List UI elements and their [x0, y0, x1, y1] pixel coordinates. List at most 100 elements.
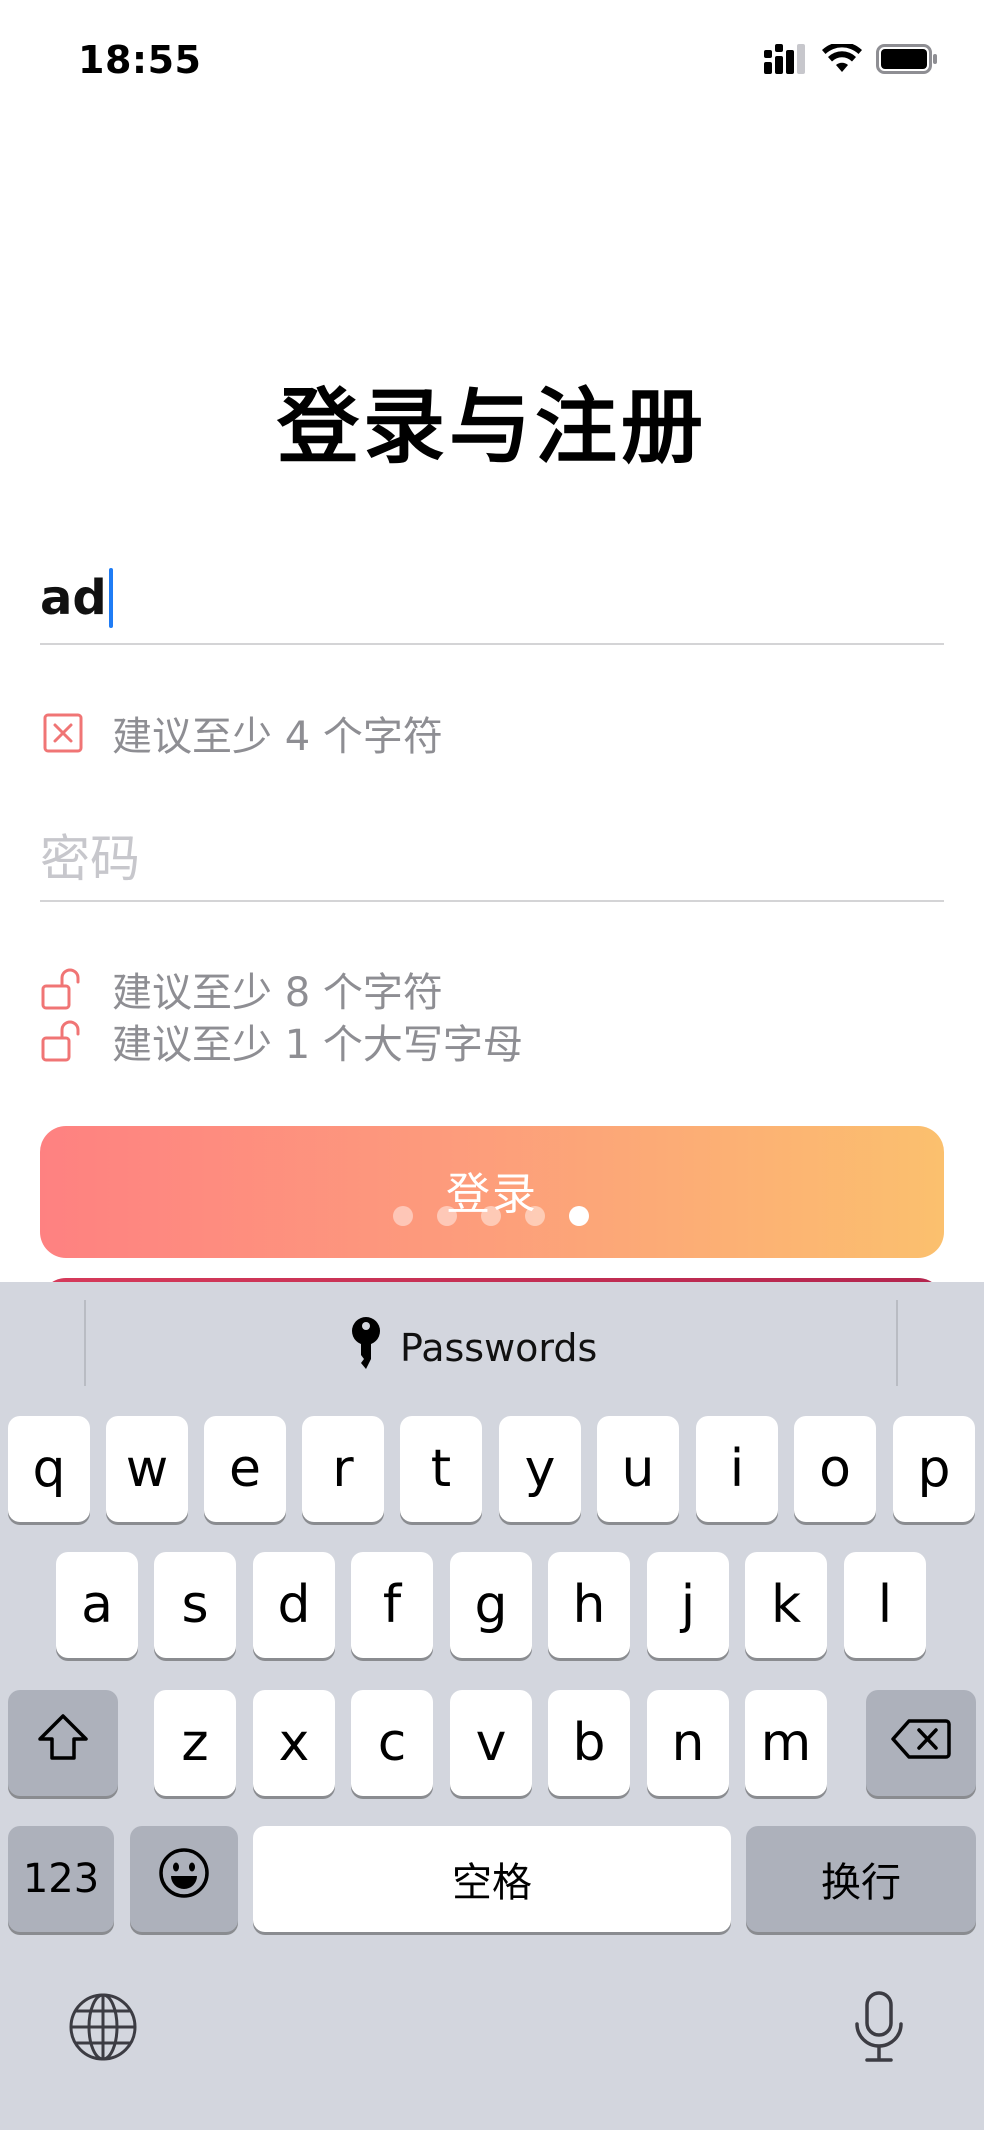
key-label: d: [277, 1575, 311, 1635]
key-label: j: [680, 1575, 696, 1635]
login-button[interactable]: 登录: [40, 1126, 944, 1258]
key-label: y: [524, 1439, 556, 1499]
key-label: b: [572, 1713, 606, 1773]
key-b[interactable]: b: [548, 1690, 630, 1796]
key-label: l: [877, 1575, 893, 1635]
key-label: p: [917, 1439, 951, 1499]
shift-icon: [36, 1712, 90, 1775]
key-k[interactable]: k: [745, 1552, 827, 1658]
key-x[interactable]: x: [253, 1690, 335, 1796]
emoji-icon: [158, 1847, 210, 1912]
key-label: f: [382, 1575, 402, 1635]
battery-icon: [876, 44, 938, 78]
emoji-key[interactable]: [130, 1826, 238, 1932]
page-dot: [437, 1206, 457, 1226]
key-i[interactable]: i: [696, 1416, 778, 1522]
key-label: n: [671, 1713, 705, 1773]
status-time: 18:55: [78, 38, 202, 82]
key-o[interactable]: o: [794, 1416, 876, 1522]
username-field[interactable]: ad: [40, 555, 944, 645]
text-caret: [108, 568, 113, 628]
key-u[interactable]: u: [597, 1416, 679, 1522]
unlock-icon: [40, 1018, 86, 1064]
key-n[interactable]: n: [647, 1690, 729, 1796]
page-dot-active: [569, 1206, 589, 1226]
key-label: q: [32, 1439, 66, 1499]
key-a[interactable]: a: [56, 1552, 138, 1658]
microphone-icon[interactable]: [852, 1990, 906, 2068]
passwords-autofill-button[interactable]: Passwords: [348, 1316, 597, 1380]
key-label: x: [278, 1713, 310, 1773]
page-dot: [393, 1206, 413, 1226]
key-label: e: [229, 1439, 261, 1499]
status-bar: 18:55: [0, 0, 984, 130]
key-l[interactable]: l: [844, 1552, 926, 1658]
backspace-icon: [891, 1713, 951, 1773]
space-key[interactable]: 空格: [253, 1826, 731, 1932]
key-label: z: [181, 1713, 209, 1773]
key-label: o: [819, 1439, 851, 1499]
password-field[interactable]: 密码: [40, 812, 944, 902]
key-z[interactable]: z: [154, 1690, 236, 1796]
invalid-x-icon: [40, 710, 86, 756]
password-hint-length-text: 建议至少 8 个字符: [112, 970, 443, 1016]
key-label: h: [572, 1575, 606, 1635]
return-key[interactable]: 换行: [746, 1826, 976, 1932]
unlock-icon: [40, 966, 86, 1012]
key-label: s: [181, 1575, 209, 1635]
password-hint-uppercase: 建议至少 1 个大写字母: [40, 1014, 523, 1068]
page-indicator: [393, 1206, 589, 1226]
username-value: ad: [40, 570, 107, 626]
keyboard-suggestion-bar: Passwords: [0, 1282, 984, 1410]
numbers-key[interactable]: 123: [8, 1826, 114, 1932]
key-label: t: [430, 1439, 452, 1499]
key-y[interactable]: y: [499, 1416, 581, 1522]
status-icons: [764, 42, 938, 78]
page-dot: [481, 1206, 501, 1226]
key-label: c: [377, 1713, 407, 1773]
return-key-label: 换行: [821, 1860, 901, 1906]
key-q[interactable]: q: [8, 1416, 90, 1522]
globe-icon[interactable]: [68, 1992, 138, 2066]
wifi-icon: [822, 42, 862, 78]
key-label: w: [125, 1439, 169, 1499]
page-dot: [525, 1206, 545, 1226]
key-p[interactable]: p: [893, 1416, 975, 1522]
key-h[interactable]: h: [548, 1552, 630, 1658]
shift-key[interactable]: [8, 1690, 118, 1796]
key-icon: [348, 1315, 384, 1382]
divider: [896, 1300, 898, 1386]
key-label: v: [475, 1713, 507, 1773]
key-j[interactable]: j: [647, 1552, 729, 1658]
key-c[interactable]: c: [351, 1690, 433, 1796]
password-hint-uppercase-text: 建议至少 1 个大写字母: [112, 1022, 523, 1068]
key-t[interactable]: t: [400, 1416, 482, 1522]
password-placeholder: 密码: [40, 830, 140, 888]
numbers-key-label: 123: [22, 1856, 100, 1902]
passwords-label: Passwords: [400, 1326, 598, 1370]
key-label: m: [760, 1713, 812, 1773]
password-hint-length: 建议至少 8 个字符: [40, 962, 443, 1016]
key-f[interactable]: f: [351, 1552, 433, 1658]
key-m[interactable]: m: [745, 1690, 827, 1796]
divider: [84, 1300, 86, 1386]
key-label: a: [81, 1575, 113, 1635]
key-d[interactable]: d: [253, 1552, 335, 1658]
key-e[interactable]: e: [204, 1416, 286, 1522]
username-hint-text: 建议至少 4 个字符: [112, 714, 443, 760]
key-label: u: [621, 1439, 655, 1499]
username-hint: 建议至少 4 个字符: [40, 706, 443, 760]
delete-key[interactable]: [866, 1690, 976, 1796]
page-title: 登录与注册: [276, 380, 707, 475]
key-s[interactable]: s: [154, 1552, 236, 1658]
key-r[interactable]: r: [302, 1416, 384, 1522]
key-label: g: [474, 1575, 508, 1635]
key-v[interactable]: v: [450, 1690, 532, 1796]
key-label: i: [729, 1439, 745, 1499]
cellular-signal-icon: [764, 44, 808, 78]
key-g[interactable]: g: [450, 1552, 532, 1658]
key-label: r: [332, 1439, 354, 1499]
key-w[interactable]: w: [106, 1416, 188, 1522]
keyboard: Passwords q w e r t y u i o p a s d f g …: [0, 1282, 984, 2130]
space-key-label: 空格: [452, 1860, 532, 1906]
